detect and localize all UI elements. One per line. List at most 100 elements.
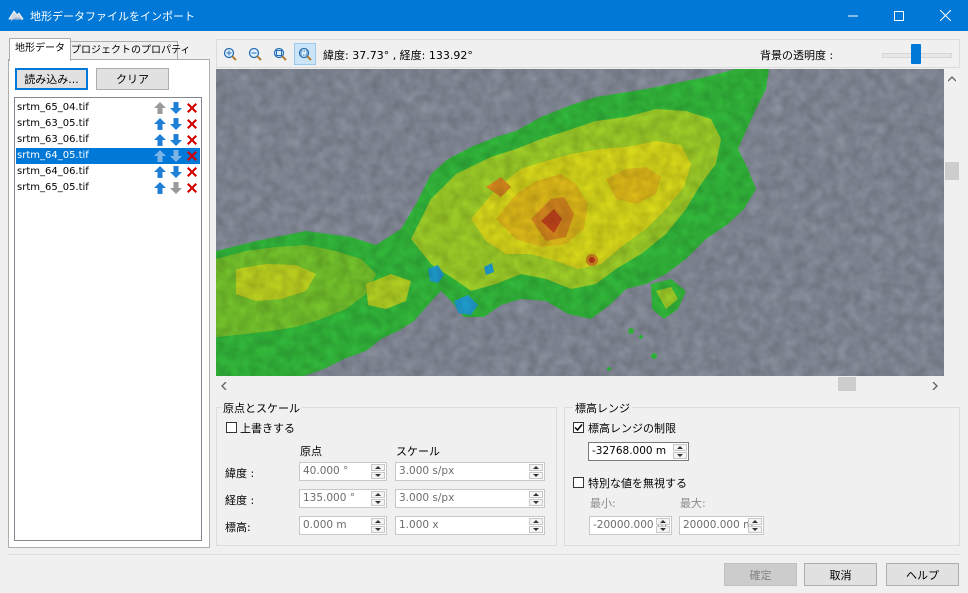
origin-field[interactable]: 0.000 m <box>299 516 387 535</box>
scroll-right-icon[interactable] <box>932 380 938 393</box>
remove-icon[interactable] <box>186 166 198 178</box>
zoom-out-button[interactable] <box>244 43 266 65</box>
origin-value: 0.000 m <box>303 519 347 531</box>
clear-button[interactable]: クリア <box>96 68 169 90</box>
move-up-icon[interactable] <box>154 118 166 130</box>
move-up-icon[interactable] <box>154 182 166 194</box>
move-up-icon[interactable] <box>154 102 166 114</box>
origin-scale-title: 原点とスケール <box>221 400 302 416</box>
move-up-icon[interactable] <box>154 134 166 146</box>
scale-field[interactable]: 3.000 s/px <box>395 489 545 508</box>
file-list[interactable]: srtm_65_04.tif srtm_63_05.tif srtm_63_06.t… <box>14 97 202 541</box>
move-down-icon[interactable] <box>170 182 182 194</box>
scale-field[interactable]: 3.000 s/px <box>395 462 545 481</box>
origin-field[interactable]: 135.000 ° <box>299 489 387 508</box>
file-list-item[interactable]: srtm_63_05.tif <box>16 116 200 132</box>
move-down-icon[interactable] <box>170 166 182 178</box>
minimize-icon <box>848 15 858 16</box>
file-name: srtm_63_05.tif <box>17 118 89 129</box>
cancel-button[interactable]: 取消 <box>804 563 877 586</box>
max-value-field[interactable]: 20000.000 m <box>679 516 764 535</box>
scale-value: 1.000 x <box>399 519 439 531</box>
remove-icon[interactable] <box>186 118 198 130</box>
limit-range-label[interactable]: 標高レンジの制限 <box>588 420 676 436</box>
origin-field[interactable]: 40.000 ° <box>299 462 387 481</box>
scale-stepper[interactable] <box>529 464 543 479</box>
map-vertical-scrollbar[interactable] <box>944 69 960 376</box>
file-list-item[interactable]: srtm_65_04.tif <box>16 100 200 116</box>
horizontal-scroll-thumb[interactable] <box>838 377 856 391</box>
zoom-in-button[interactable] <box>219 43 241 65</box>
file-list-item[interactable]: srtm_64_05.tif <box>16 148 200 164</box>
origin-stepper[interactable] <box>371 464 385 479</box>
row-label: 標高: <box>225 521 251 534</box>
file-name: srtm_65_05.tif <box>17 182 89 193</box>
slider-thumb[interactable] <box>910 44 921 64</box>
scale-stepper[interactable] <box>529 491 543 506</box>
min-value-stepper[interactable] <box>656 518 670 533</box>
file-name: srtm_63_06.tif <box>17 134 89 145</box>
terrain-map-image <box>216 69 944 376</box>
max-value-stepper[interactable] <box>748 518 762 533</box>
maximize-button[interactable] <box>876 0 922 31</box>
file-list-item[interactable]: srtm_65_05.tif <box>16 180 200 196</box>
remove-icon[interactable] <box>186 102 198 114</box>
overwrite-label[interactable]: 上書きする <box>240 420 295 436</box>
scale-stepper[interactable] <box>529 518 543 533</box>
ignore-special-label[interactable]: 特別な値を無視する <box>588 475 687 491</box>
max-value-text: 20000.000 m <box>683 519 754 531</box>
minimize-button[interactable] <box>830 0 876 31</box>
move-down-icon[interactable] <box>170 102 182 114</box>
move-down-icon[interactable] <box>170 134 182 146</box>
file-list-item[interactable]: srtm_64_06.tif <box>16 164 200 180</box>
coordinates-readout: 緯度: 37.73° , 経度: 133.92° <box>323 49 473 62</box>
scroll-up-icon[interactable] <box>947 72 957 85</box>
zoom-fit-button[interactable] <box>269 43 291 65</box>
limit-value-stepper[interactable] <box>673 444 687 459</box>
zoom-in-icon <box>223 47 237 61</box>
scrollbar-corner <box>944 376 960 392</box>
scroll-left-icon[interactable] <box>221 380 227 393</box>
close-icon <box>939 10 951 21</box>
remove-icon[interactable] <box>186 150 198 162</box>
zoom-out-icon <box>248 47 262 61</box>
tab-project-properties[interactable]: プロジェクトのプロパティ <box>70 41 190 60</box>
tab-terrain-data[interactable]: 地形データ <box>9 38 71 61</box>
close-button[interactable] <box>922 0 968 31</box>
scale-column-header: スケール <box>396 445 440 458</box>
ok-button[interactable]: 確定 <box>724 563 797 586</box>
ignore-special-checkbox[interactable] <box>573 477 584 488</box>
vertical-scroll-thumb[interactable] <box>945 162 959 180</box>
help-button[interactable]: ヘルプ <box>886 563 959 586</box>
move-down-icon[interactable] <box>170 150 182 162</box>
background-opacity-label: 背景の透明度 : <box>760 49 834 62</box>
load-button[interactable]: 読み込み... <box>15 68 88 90</box>
row-label: 経度 : <box>225 494 255 507</box>
file-name: srtm_64_05.tif <box>17 150 89 161</box>
footer-separator <box>8 554 960 555</box>
move-up-icon[interactable] <box>154 166 166 178</box>
scale-value: 3.000 s/px <box>399 465 455 477</box>
min-value-field[interactable]: -20000.000 m <box>589 516 672 535</box>
origin-column-header: 原点 <box>300 445 322 458</box>
move-up-icon[interactable] <box>154 150 166 162</box>
remove-icon[interactable] <box>186 182 198 194</box>
overwrite-checkbox[interactable] <box>226 422 237 433</box>
row-label: 緯度 : <box>225 467 255 480</box>
zoom-select-button[interactable] <box>294 43 316 65</box>
terrain-map[interactable] <box>216 69 944 376</box>
file-list-item[interactable]: srtm_63_06.tif <box>16 132 200 148</box>
move-down-icon[interactable] <box>170 118 182 130</box>
map-horizontal-scrollbar[interactable] <box>216 376 944 392</box>
limit-value-text: -32768.000 m <box>592 445 667 457</box>
title-bar: 地形データファイルをインポート <box>0 0 968 31</box>
remove-icon[interactable] <box>186 134 198 146</box>
scale-field[interactable]: 1.000 x <box>395 516 545 535</box>
origin-value: 135.000 ° <box>303 492 356 504</box>
origin-stepper[interactable] <box>371 491 385 506</box>
scale-value: 3.000 s/px <box>399 492 455 504</box>
limit-value-field[interactable]: -32768.000 m <box>588 442 689 461</box>
file-name: srtm_65_04.tif <box>17 102 89 113</box>
origin-stepper[interactable] <box>371 518 385 533</box>
limit-range-checkbox[interactable] <box>573 422 584 433</box>
